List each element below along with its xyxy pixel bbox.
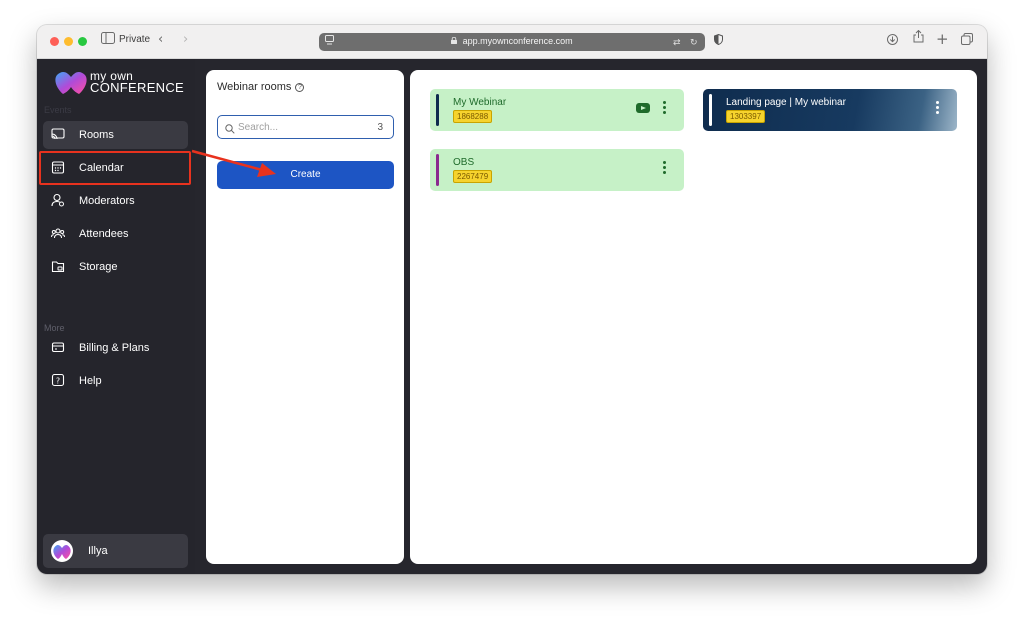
main-content: Webinar rooms? 3 Create My Webinar 18682… [195, 59, 987, 574]
forward-icon[interactable]: › [183, 30, 188, 50]
sidebar-item-label: Rooms [79, 129, 114, 141]
logo-icon [55, 71, 87, 94]
shield-icon[interactable] [714, 32, 723, 52]
info-icon[interactable]: ? [295, 83, 305, 92]
youtube-icon [636, 103, 650, 113]
sidebar-item-label: Moderators [79, 195, 135, 207]
more-options-icon[interactable] [936, 101, 939, 115]
panel-title: Webinar rooms? [217, 81, 305, 93]
room-name: OBS [453, 157, 475, 168]
user-menu[interactable]: Illya [43, 534, 188, 568]
sidebar-item-help[interactable]: ? Help [43, 367, 188, 395]
cast-icon [51, 127, 65, 141]
room-card[interactable]: Landing page | My webinar 1303397 [703, 89, 957, 131]
section-label-events: Events [44, 105, 72, 115]
svg-text:?: ? [56, 377, 60, 386]
attendees-icon [51, 226, 65, 240]
calendar-icon [51, 160, 65, 174]
section-label-more: More [44, 323, 65, 333]
rooms-grid: My Webinar 1868288 Landing page | My web… [410, 70, 977, 564]
reload-icon[interactable]: ↻ [690, 33, 698, 53]
room-name: My Webinar [453, 97, 507, 108]
sidebar-item-label: Attendees [79, 228, 129, 240]
sidebar-item-billing[interactable]: Billing & Plans [43, 334, 188, 362]
browser-toolbar: Private ‹ › app.myownconference.com ⇄ ↻ … [37, 25, 987, 59]
close-window-button[interactable] [50, 37, 59, 46]
room-color-bar [436, 154, 439, 186]
address-bar[interactable]: app.myownconference.com ⇄ ↻ [319, 33, 705, 51]
share-icon[interactable] [913, 29, 924, 50]
room-color-bar [709, 94, 712, 126]
sidebar-item-attendees[interactable]: Attendees [43, 220, 188, 248]
room-id-badge: 1868288 [453, 110, 493, 123]
create-button[interactable]: Create [217, 161, 394, 189]
avatar [51, 540, 73, 562]
sidebar-item-label: Help [79, 375, 102, 387]
logo-text: my own CONFERENCE [90, 70, 185, 95]
help-icon: ? [51, 373, 65, 387]
moderator-icon [51, 193, 65, 207]
app-sidebar: my own CONFERENCE Events Rooms Calendar … [37, 59, 195, 574]
sidebar-item-moderators[interactable]: Moderators [43, 187, 188, 215]
storage-icon [51, 259, 65, 273]
lock-icon [451, 36, 459, 46]
room-id-badge: 1303397 [726, 110, 766, 123]
private-label: Private [119, 34, 151, 45]
search-count: 3 [377, 122, 383, 133]
tab-overview-icon[interactable] [961, 32, 973, 52]
room-name: Landing page | My webinar [726, 97, 846, 108]
card-icon [51, 340, 65, 354]
search-box[interactable]: 3 [217, 115, 394, 139]
translate-icon[interactable]: ⇄ [673, 33, 681, 53]
panel-title-text: Webinar rooms [217, 81, 292, 93]
url-text: app.myownconference.com [462, 36, 573, 46]
sidebar-item-rooms[interactable]: Rooms [43, 121, 188, 149]
room-card[interactable]: OBS 2267479 [430, 149, 684, 191]
sidebar-toggle-icon[interactable] [101, 31, 115, 51]
sidebar-item-calendar[interactable]: Calendar [43, 154, 188, 182]
maximize-window-button[interactable] [78, 37, 87, 46]
rooms-panel: Webinar rooms? 3 Create [206, 70, 404, 564]
room-color-bar [436, 94, 439, 126]
user-name: Illya [88, 545, 108, 557]
download-icon[interactable] [887, 32, 898, 52]
room-id-badge: 2267479 [453, 170, 493, 183]
url-display: app.myownconference.com [319, 36, 705, 46]
sidebar-item-label: Calendar [79, 162, 124, 174]
sidebar-item-label: Storage [79, 261, 118, 273]
app-logo[interactable]: my own CONFERENCE [54, 67, 194, 97]
browser-window: Private ‹ › app.myownconference.com ⇄ ↻ … [37, 25, 987, 574]
new-tab-icon[interactable]: + [936, 29, 949, 49]
room-card[interactable]: My Webinar 1868288 [430, 89, 684, 131]
minimize-window-button[interactable] [64, 37, 73, 46]
more-options-icon[interactable] [663, 161, 666, 175]
sidebar-item-storage[interactable]: Storage [43, 253, 188, 281]
more-options-icon[interactable] [663, 101, 666, 115]
back-icon[interactable]: ‹ [158, 30, 163, 50]
search-icon [225, 121, 235, 139]
search-input[interactable] [238, 120, 368, 134]
logo-line2: CONFERENCE [90, 80, 185, 95]
sidebar-item-label: Billing & Plans [79, 342, 150, 354]
